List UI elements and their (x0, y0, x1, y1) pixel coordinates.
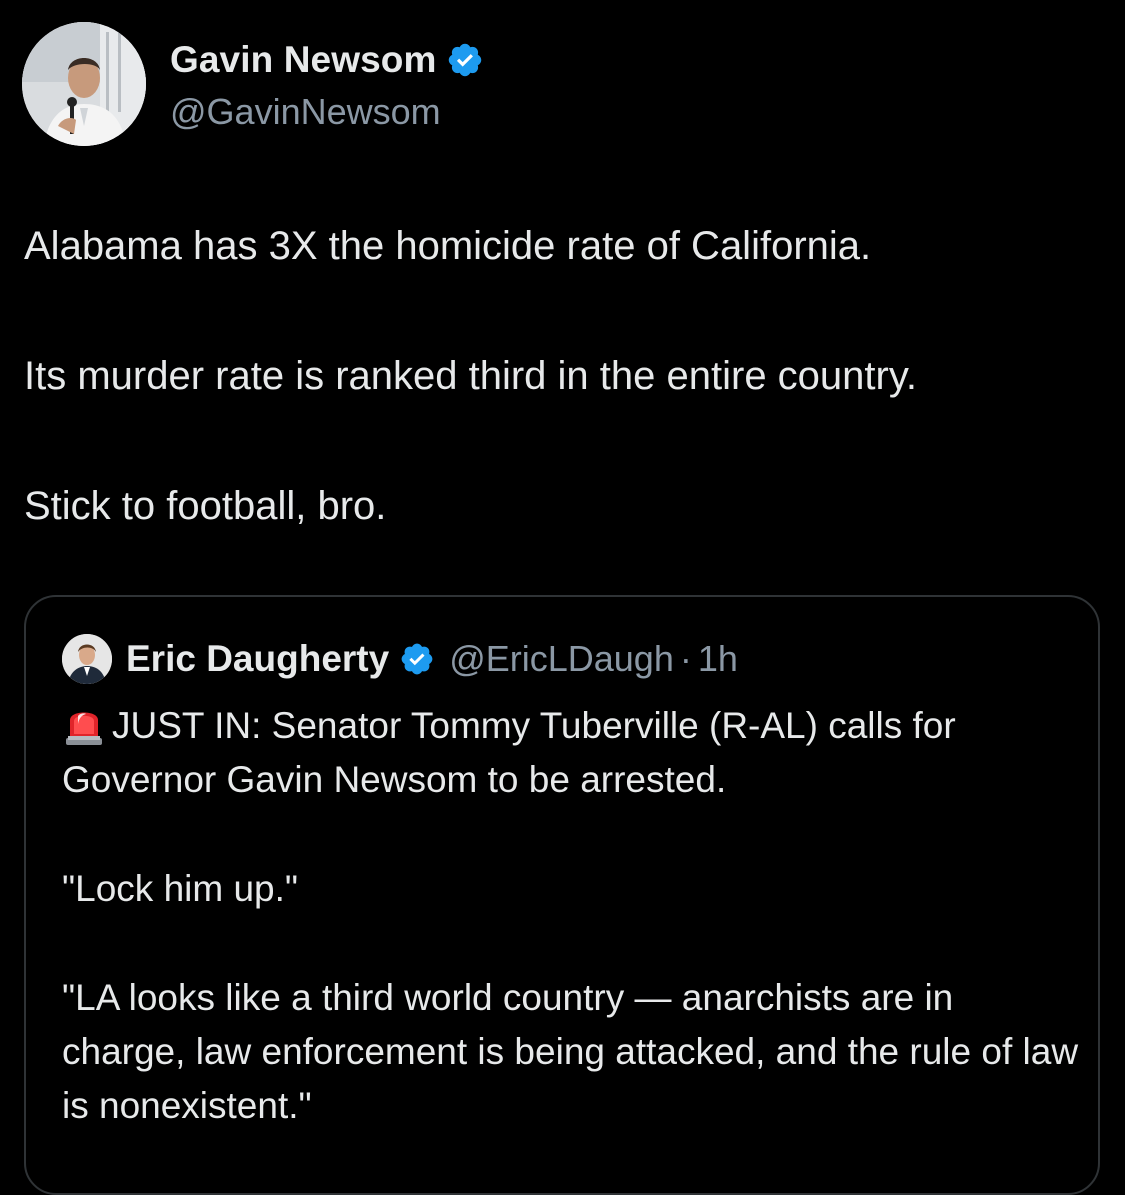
display-name-row: Gavin Newsom (170, 35, 484, 85)
separator-dot: · (679, 638, 692, 679)
quoted-tweet-timestamp: 1h (697, 638, 738, 679)
quoted-avatar-photo (62, 634, 112, 684)
quoted-paragraph-lead: JUST IN: Senator Tommy Tuberville (R-AL)… (62, 699, 1082, 807)
quoted-paragraph: "Lock him up." (62, 868, 299, 909)
tweet-paragraph: Stick to football, bro. (24, 484, 387, 528)
verified-badge-icon[interactable] (446, 41, 484, 79)
author-handle[interactable]: @GavinNewsom (170, 91, 484, 133)
verified-badge-icon (401, 643, 433, 675)
author-display-name[interactable]: Gavin Newsom (170, 39, 436, 81)
quoted-tweet-header: Eric Daugherty @EricLDaugh · 1h (62, 631, 738, 687)
quoted-author-display-name: Eric Daugherty (126, 638, 390, 679)
siren-emoji-icon (66, 712, 102, 745)
author-avatar[interactable] (22, 22, 146, 146)
quoted-tweet-text: JUST IN: Senator Tommy Tuberville (R-AL)… (62, 699, 1082, 1188)
tweet-paragraph: Its murder rate is ranked third in the e… (24, 354, 917, 398)
author-names: Gavin Newsom @GavinNewsom (170, 35, 484, 133)
quoted-paragraph: "LA looks like a third world country — a… (62, 977, 1079, 1126)
tweet-text: Alabama has 3X the homicide rate of Cali… (24, 218, 1114, 608)
tweet-header: Gavin Newsom @GavinNewsom (22, 22, 484, 146)
quoted-tweet-card[interactable]: Eric Daugherty @EricLDaugh · 1h JUST IN:… (24, 595, 1100, 1195)
quoted-author-handle: @EricLDaugh (449, 638, 674, 679)
quoted-paragraph: JUST IN: Senator Tommy Tuberville (R-AL)… (62, 705, 956, 800)
avatar-photo (22, 22, 146, 146)
tweet-paragraph: Alabama has 3X the homicide rate of Cali… (24, 224, 872, 268)
quoted-author-avatar (62, 634, 112, 684)
